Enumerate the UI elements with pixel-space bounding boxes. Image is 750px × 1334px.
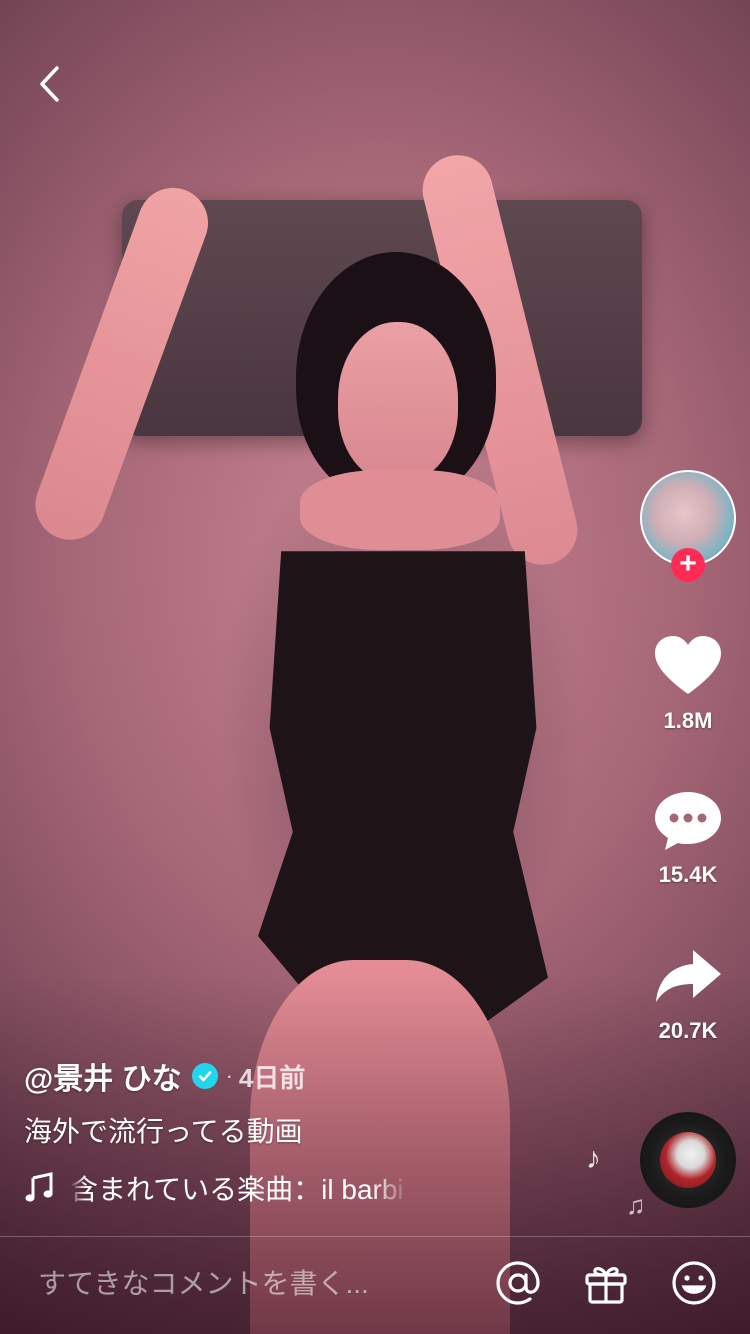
share-arrow-icon xyxy=(653,944,723,1008)
at-sign-icon xyxy=(496,1261,540,1305)
emoji-icon xyxy=(672,1261,716,1305)
music-disc-button[interactable] xyxy=(640,1112,736,1208)
heart-icon xyxy=(653,634,723,698)
music-line[interactable]: 含まれている楽曲：il barbi xyxy=(24,1166,410,1210)
separator: · xyxy=(225,1063,233,1088)
video-face xyxy=(338,322,458,482)
back-button[interactable] xyxy=(32,64,72,104)
comment-count: 15.4K xyxy=(658,862,718,887)
user-line: @景井 ひな · 4日前 xyxy=(24,1054,410,1098)
verified-badge-icon xyxy=(191,1063,218,1089)
post-meta: @景井 ひな · 4日前 海外で流行ってる動画 含まれている楽曲：il barb… xyxy=(24,1054,410,1210)
post-time: 4日前 xyxy=(238,1062,306,1093)
like-count: 1.8M xyxy=(663,708,713,733)
music-title: 含まれている楽曲：il barbi xyxy=(70,1174,404,1205)
music-note-icon: ♫ xyxy=(626,1190,646,1220)
gift-icon xyxy=(585,1267,627,1304)
comment-bar xyxy=(0,1237,750,1334)
comment-button[interactable]: 15.4K xyxy=(636,788,740,888)
chevron-left-icon xyxy=(40,66,59,102)
album-cover xyxy=(660,1132,716,1188)
like-button[interactable]: 1.8M xyxy=(636,634,740,734)
gift-button[interactable] xyxy=(582,1259,630,1307)
mention-button[interactable] xyxy=(494,1259,542,1307)
username-link[interactable]: @景井 ひな xyxy=(24,1054,182,1098)
post-caption[interactable]: 海外で流行ってる動画 xyxy=(24,1110,410,1154)
music-note-icon: ♪ xyxy=(586,1142,601,1175)
music-note-icon xyxy=(25,1172,53,1202)
follow-plus-button[interactable]: + xyxy=(671,548,705,582)
comment-bubble-icon xyxy=(653,788,723,852)
emoji-button[interactable] xyxy=(670,1259,718,1307)
creator-avatar-button[interactable]: + xyxy=(640,470,736,582)
share-button[interactable]: 20.7K xyxy=(636,944,740,1044)
video-shoulders xyxy=(300,470,500,550)
share-count: 20.7K xyxy=(658,1018,718,1043)
comment-input[interactable] xyxy=(36,1261,460,1307)
